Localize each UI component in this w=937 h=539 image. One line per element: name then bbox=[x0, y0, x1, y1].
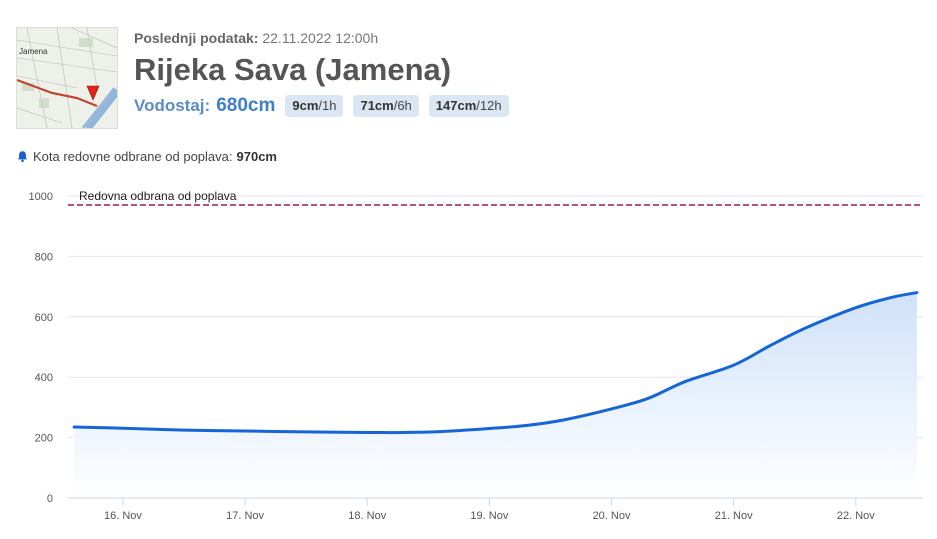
threshold-label: Redovna odbrana od poplava bbox=[79, 189, 237, 203]
change-period: /6h bbox=[393, 98, 412, 113]
change-badge-12h: 147cm/12h bbox=[428, 95, 509, 117]
bell-icon bbox=[17, 150, 28, 162]
y-axis: 0 200 400 600 800 1000 bbox=[29, 191, 53, 505]
station-info: Poslednji podatak: 22.11.2022 12:00h Rij… bbox=[134, 27, 894, 119]
last-data-line: Poslednji podatak: 22.11.2022 12:00h bbox=[134, 27, 894, 49]
change-badge-1h: 9cm/1h bbox=[285, 95, 344, 117]
water-level-chart[interactable]: 0 200 400 600 800 1000 Redovna odbrana od pop… bbox=[0, 176, 937, 539]
x-tick-label: 18. Nov bbox=[348, 510, 386, 522]
station-map-thumbnail[interactable]: Jamena bbox=[16, 27, 118, 129]
change-badge-6h: 71cm/6h bbox=[353, 95, 419, 117]
water-level-row: Vodostaj: 680cm 9cm/1h 71cm/6h 147cm/12h bbox=[134, 93, 894, 119]
y-tick-label: 0 bbox=[47, 493, 53, 505]
x-tick-label: 21. Nov bbox=[715, 510, 753, 522]
change-amount: 9cm bbox=[292, 98, 319, 113]
x-tick-label: 20. Nov bbox=[593, 510, 631, 522]
x-tick-label: 19. Nov bbox=[470, 510, 508, 522]
series-area bbox=[74, 292, 917, 498]
flood-defense-label: Kota redovne odbrane od poplava: bbox=[33, 148, 233, 164]
change-amount: 71cm bbox=[360, 98, 394, 113]
y-tick-label: 1000 bbox=[29, 191, 53, 203]
page-title: Rijeka Sava (Jamena) bbox=[134, 52, 452, 87]
last-data-label: Poslednji podatak: bbox=[134, 30, 259, 46]
flood-defense-info: Kota redovne odbrane od poplava: 970cm bbox=[16, 146, 277, 166]
change-period: /1h bbox=[318, 98, 337, 113]
x-tick-label: 17. Nov bbox=[226, 510, 264, 522]
last-data-value: 22.11.2022 12:00h bbox=[262, 30, 379, 46]
flood-defense-value: 970cm bbox=[236, 148, 277, 164]
x-tick-label: 16. Nov bbox=[104, 510, 142, 522]
x-tick-label: 22. Nov bbox=[837, 510, 875, 522]
change-period: /12h bbox=[476, 98, 502, 113]
water-level-value: 680cm bbox=[216, 95, 276, 116]
y-tick-label: 400 bbox=[35, 372, 53, 384]
y-tick-label: 800 bbox=[35, 251, 53, 263]
y-tick-label: 200 bbox=[35, 433, 53, 445]
map-label: Jamena bbox=[19, 47, 48, 56]
water-level-label: Vodostaj: bbox=[134, 96, 211, 115]
threshold-lines: Redovna odbrana od poplava bbox=[68, 189, 923, 206]
station-header: Jamena Poslednji podatak: 22.11.2022 12:… bbox=[16, 27, 916, 129]
change-amount: 147cm bbox=[435, 98, 477, 113]
y-tick-label: 600 bbox=[35, 312, 53, 324]
x-axis: 16. Nov 17. Nov 18. Nov 19. Nov 20. Nov 21. N… bbox=[104, 498, 875, 522]
